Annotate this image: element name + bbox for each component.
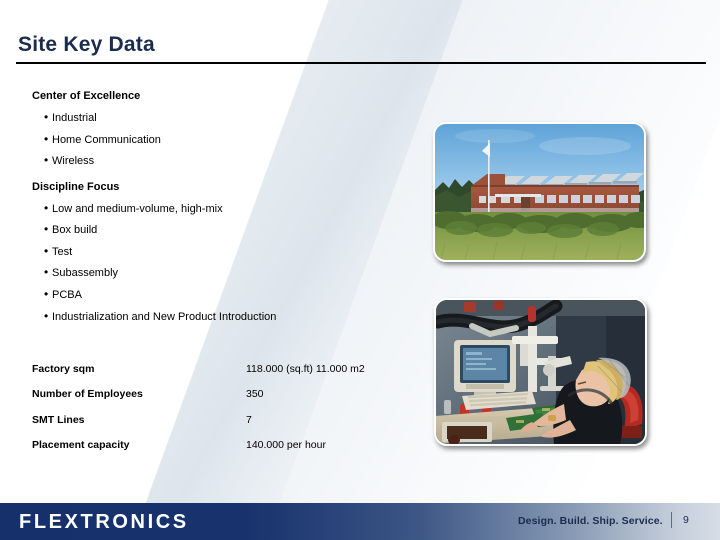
list-item-label: Subassembly bbox=[52, 267, 119, 279]
bullet-icon: • bbox=[44, 222, 49, 236]
table-cell-label: SMT Lines bbox=[32, 414, 85, 426]
list-item: • Low and medium-volume, high-mix bbox=[44, 201, 223, 215]
assembly-workstation-photo bbox=[434, 298, 647, 446]
section-heading-center-of-excellence: Center of Excellence bbox=[32, 90, 141, 102]
list-item: • Wireless bbox=[44, 153, 95, 167]
page-number: 9 bbox=[683, 514, 689, 526]
list-item: • Box build bbox=[44, 222, 98, 236]
table-cell-value: 118.000 (sq.ft) 11.000 m2 bbox=[246, 363, 365, 375]
footer-divider bbox=[671, 512, 672, 528]
bullet-icon: • bbox=[44, 265, 49, 279]
bullet-icon: • bbox=[44, 110, 49, 124]
list-item: • PCBA bbox=[44, 287, 82, 301]
list-item-label: Wireless bbox=[52, 155, 95, 167]
bullet-icon: • bbox=[44, 201, 49, 215]
bullet-icon: • bbox=[44, 287, 49, 301]
bullet-icon: • bbox=[44, 309, 49, 323]
list-item-label: Industrial bbox=[52, 112, 97, 124]
flextronics-logo: FLEXTRONICS bbox=[19, 511, 189, 533]
list-item: • Test bbox=[44, 244, 73, 258]
table-row: Number of Employees 350 bbox=[0, 388, 430, 404]
footer-tagline: Design. Build. Ship. Service. bbox=[518, 515, 663, 527]
background-diagonal-band bbox=[132, 0, 566, 540]
list-item: • Industrial bbox=[44, 110, 97, 124]
table-cell-value: 350 bbox=[246, 388, 264, 400]
list-item-label: PCBA bbox=[52, 289, 82, 301]
list-item-label: Home Communication bbox=[52, 134, 161, 146]
list-item: • Subassembly bbox=[44, 265, 119, 279]
list-item: • Home Communication bbox=[44, 132, 161, 146]
bullet-icon: • bbox=[44, 153, 49, 167]
table-cell-value: 140.000 per hour bbox=[246, 439, 326, 451]
factory-building-photo bbox=[433, 122, 646, 262]
table-cell-label: Number of Employees bbox=[32, 388, 143, 400]
page-title: Site Key Data bbox=[18, 33, 155, 56]
table-row: Factory sqm 118.000 (sq.ft) 11.000 m2 bbox=[0, 363, 430, 379]
slide: Site Key Data Center of Excellence • Indu… bbox=[0, 0, 720, 540]
list-item-label: Test bbox=[52, 246, 73, 258]
table-cell-value: 7 bbox=[246, 414, 252, 426]
table-cell-label: Placement capacity bbox=[32, 439, 130, 451]
list-item-label: Industrialization and New Product Introd… bbox=[52, 311, 277, 323]
bullet-icon: • bbox=[44, 244, 49, 258]
section-heading-discipline-focus: Discipline Focus bbox=[32, 181, 120, 193]
bullet-icon: • bbox=[44, 132, 49, 146]
title-divider bbox=[16, 62, 706, 64]
list-item-label: Low and medium-volume, high-mix bbox=[52, 203, 223, 215]
table-cell-label: Factory sqm bbox=[32, 363, 95, 375]
list-item: • Industrialization and New Product Intro… bbox=[44, 309, 277, 323]
background-diagonal-band-light bbox=[266, 0, 720, 540]
table-row: SMT Lines 7 bbox=[0, 414, 430, 430]
table-row: Placement capacity 140.000 per hour bbox=[0, 439, 430, 455]
list-item-label: Box build bbox=[52, 224, 98, 236]
